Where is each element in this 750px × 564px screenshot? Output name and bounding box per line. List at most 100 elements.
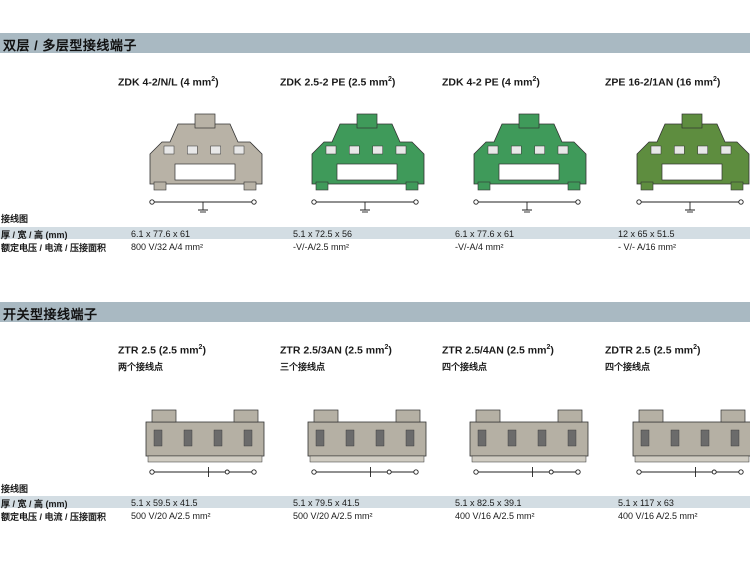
terminal-block-body — [149, 113, 263, 191]
slot — [375, 429, 385, 447]
dims-value: 5.1 x 117 x 63 — [618, 498, 674, 508]
connection-points-label: 三个接线点 — [280, 362, 326, 372]
rating-value: 500 V/20 A/2.5 mm² — [131, 511, 211, 521]
terminal-block-body — [632, 409, 750, 463]
screw — [511, 145, 522, 155]
top-tier — [194, 113, 216, 129]
top-tier — [313, 409, 339, 423]
slot — [730, 429, 740, 447]
screw — [674, 145, 685, 155]
product-name: ZDK 4-2 PE — [442, 76, 499, 89]
section-header-switch: 开关型接线端子 — [0, 302, 750, 322]
slot — [345, 429, 355, 447]
product-title: ZDK 2.5-2 PE (2.5 mm2) — [280, 76, 395, 89]
slot — [213, 429, 223, 447]
rating-label: 额定电压 / 电流 / 压接面积 — [1, 512, 107, 522]
terminal-block-body — [307, 409, 427, 463]
terminal-block-image — [632, 409, 750, 463]
rating-value: - V/- A/16 mm² — [618, 242, 677, 252]
slot — [153, 429, 163, 447]
section-header-multilevel: 双层 / 多层型接线端子 — [0, 33, 750, 53]
wiring-diagram — [636, 467, 744, 477]
terminal-point — [738, 199, 744, 205]
terminal-point — [251, 469, 257, 475]
terminal-block-body — [469, 409, 589, 463]
slot — [670, 429, 680, 447]
terminal-point — [413, 199, 419, 205]
dims-value: 12 x 65 x 51.5 — [618, 229, 675, 239]
slot — [700, 429, 710, 447]
screw — [233, 145, 245, 155]
slot — [640, 429, 650, 447]
wiring-diagram — [473, 199, 581, 213]
terminal-point — [473, 199, 479, 205]
dims-value: 6.1 x 77.6 x 61 — [131, 229, 191, 239]
terminal-point — [311, 469, 317, 475]
screw — [163, 145, 175, 155]
rating-value: -V/-A/4 mm² — [455, 242, 504, 252]
product-title: ZTR 2.5/4AN (2.5 mm2) — [442, 344, 554, 357]
size-close: ) — [536, 76, 540, 89]
screw — [487, 145, 499, 155]
dims-label: 厚 / 宽 / 高 (mm) — [1, 230, 68, 240]
product-name: ZPE 16-2/1AN — [605, 76, 674, 89]
terminal-block-image — [311, 113, 425, 191]
size-close: ) — [388, 344, 392, 357]
product-name: ZTR 2.5 — [118, 344, 156, 357]
terminal-point — [149, 199, 155, 205]
screw — [697, 145, 708, 155]
terminal-point — [311, 199, 317, 205]
base-window — [498, 163, 560, 181]
dims-value: 5.1 x 72.5 x 56 — [293, 229, 353, 239]
screw — [720, 145, 732, 155]
terminal-point — [413, 469, 419, 475]
product-size: (4 mm — [501, 76, 533, 89]
dims-value: 5.1 x 82.5 x 39.1 — [455, 498, 522, 508]
top-tier — [518, 113, 540, 129]
terminal-block-body — [311, 113, 425, 191]
screw — [187, 145, 198, 155]
size-close: ) — [202, 344, 206, 357]
top-tier — [233, 409, 259, 423]
terminal-point — [636, 469, 642, 475]
top-tier — [681, 113, 703, 129]
slot — [477, 429, 487, 447]
size-close: ) — [215, 76, 219, 89]
rating-value: 500 V/20 A/2.5 mm² — [293, 511, 373, 521]
terminal-point — [149, 469, 155, 475]
rating-value: -V/-A/2.5 mm² — [293, 242, 350, 252]
product-size: (2.5 mm — [344, 344, 385, 357]
wiring-diagram — [149, 199, 257, 213]
connection-points-label: 四个接线点 — [605, 362, 651, 372]
terminal-block-image — [307, 409, 427, 463]
terminal-point — [575, 469, 581, 475]
top-tier — [356, 113, 378, 129]
terminal-block-image — [473, 113, 587, 191]
product-size: (16 mm — [676, 76, 713, 89]
product-name: ZDTR 2.5 — [605, 344, 651, 357]
top-tier — [475, 409, 501, 423]
product-size: (2.5 mm — [158, 344, 199, 357]
screw — [372, 145, 383, 155]
base-window — [174, 163, 236, 181]
wiring-diagram — [311, 199, 419, 213]
slot — [567, 429, 577, 447]
screw — [349, 145, 360, 155]
screw — [650, 145, 662, 155]
dims-value: 5.1 x 79.5 x 41.5 — [293, 498, 360, 508]
terminal-block-body — [145, 409, 265, 463]
terminal-point — [575, 199, 581, 205]
screw — [210, 145, 221, 155]
product-title: ZTR 2.5 (2.5 mm2) — [118, 344, 206, 357]
product-size: (2.5 mm — [506, 344, 547, 357]
screw — [557, 145, 569, 155]
terminal-block-image — [145, 409, 265, 463]
switch-point — [224, 469, 230, 475]
rating-value: 800 V/32 A/4 mm² — [131, 242, 204, 252]
top-tier — [638, 409, 664, 423]
dims-value: 6.1 x 77.6 x 61 — [455, 229, 515, 239]
product-size: (2.5 mm — [348, 76, 388, 89]
size-close: ) — [391, 76, 396, 89]
wiring-diagram — [636, 199, 744, 213]
section-title: 开关型接线端子 — [3, 307, 98, 322]
